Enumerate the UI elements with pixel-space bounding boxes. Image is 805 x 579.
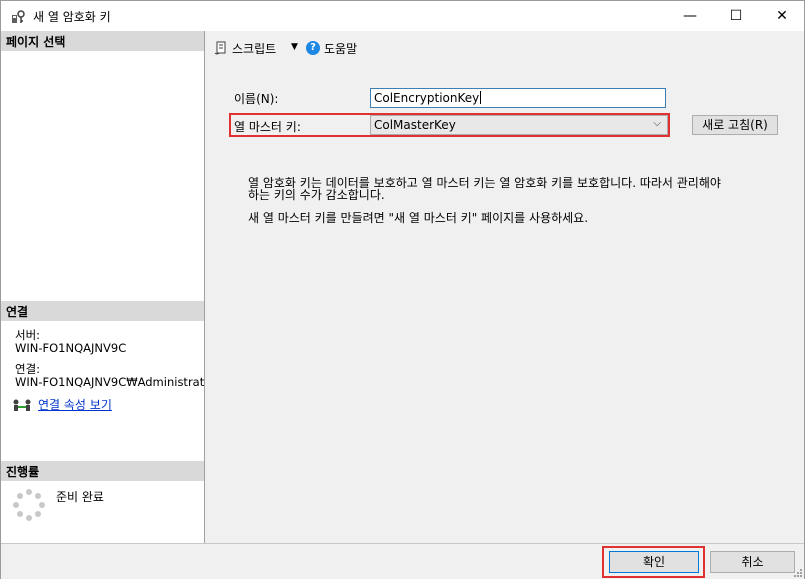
name-input[interactable]: ColEncryptionKey (370, 88, 666, 108)
progress-status: 준비 완료 (56, 490, 104, 504)
description-line-2: 하는 키의 수가 감소합니다. (248, 188, 385, 202)
maximize-button[interactable]: ☐ (713, 1, 759, 31)
server-value: WIN-FO1NQAJNV9C (15, 341, 127, 355)
title-bar: 새 열 암호화 키 — ☐ ✕ (1, 1, 804, 31)
left-pane: 페이지 선택 연결 서버: WIN-FO1NQAJNV9C 연결: WIN-FO… (1, 31, 205, 543)
close-icon: ✕ (776, 8, 788, 24)
connection-properties-icon (13, 399, 31, 411)
right-pane: 스크립트 ▼ ? 도움말 이름(N): ColEncryptionKey 열 마… (206, 31, 804, 543)
script-dropdown-icon[interactable]: ▼ (291, 42, 298, 52)
ok-button[interactable]: 확인 (609, 551, 699, 573)
name-input-value: ColEncryptionKey (374, 91, 480, 105)
refresh-button[interactable]: 새로 고침(R) (692, 115, 778, 135)
script-icon (214, 41, 226, 55)
resize-grip-icon[interactable] (792, 567, 802, 577)
close-button[interactable]: ✕ (759, 1, 805, 31)
connection-header: 연결 (1, 301, 204, 321)
minimize-icon: — (683, 8, 697, 24)
master-key-label: 열 마스터 키: (234, 120, 301, 134)
description-line-3: 새 열 마스터 키를 만들려면 "새 열 마스터 키" 페이지를 사용하세요. (248, 211, 589, 225)
connection-value: WIN-FO1NQAJNV9C₩Administrator (15, 376, 205, 389)
script-button[interactable]: 스크립트 (232, 40, 276, 57)
minimize-button[interactable]: — (667, 1, 713, 31)
master-key-select[interactable]: ColMasterKey ⌵ (370, 115, 668, 135)
pages-header: 페이지 선택 (1, 31, 204, 51)
maximize-icon: ☐ (729, 8, 743, 24)
dialog-window: 새 열 암호화 키 — ☐ ✕ 페이지 선택 연결 서버: WIN-FO1NQA… (0, 0, 805, 579)
cancel-button[interactable]: 취소 (710, 551, 795, 573)
master-key-select-value: ColMasterKey (374, 118, 456, 132)
window-title: 새 열 암호화 키 (33, 10, 111, 24)
database-key-icon (12, 10, 25, 23)
connection-label: 연결: (15, 362, 41, 376)
text-caret (480, 91, 482, 104)
help-icon[interactable]: ? (306, 41, 320, 55)
button-bar: 확인 취소 (1, 543, 804, 579)
help-button[interactable]: 도움말 (324, 40, 357, 57)
view-connection-properties-link[interactable]: 연결 속성 보기 (38, 396, 112, 413)
progress-header: 진행률 (1, 461, 204, 481)
chevron-down-icon: ⌵ (653, 118, 661, 129)
name-label: 이름(N): (234, 92, 279, 106)
progress-spinner-icon (13, 489, 45, 521)
